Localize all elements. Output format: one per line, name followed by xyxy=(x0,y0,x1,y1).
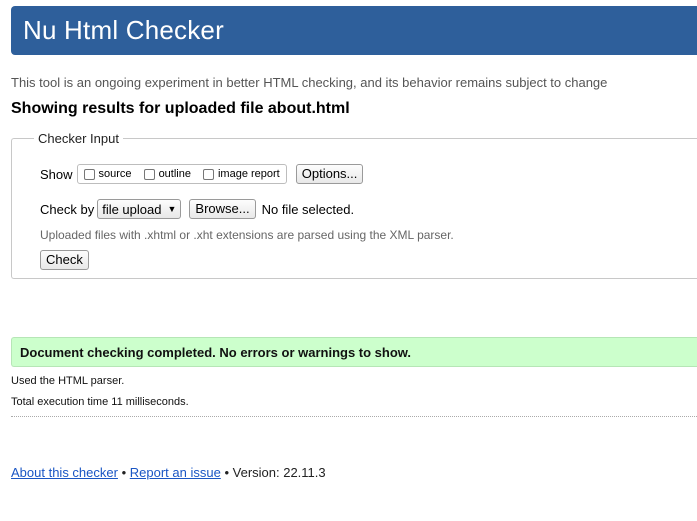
results-heading: Showing results for uploaded file about.… xyxy=(11,100,350,117)
show-outline-checkbox[interactable]: outline xyxy=(143,168,191,180)
parser-info: Used the HTML parser. xyxy=(11,375,125,387)
report-issue-link[interactable]: Report an issue xyxy=(130,465,221,480)
show-image-report-checkbox[interactable]: image report xyxy=(202,168,280,180)
page-header: Nu Html Checker xyxy=(11,6,697,55)
check-by-label: Check by xyxy=(40,201,95,217)
page-title: Nu Html Checker xyxy=(23,15,224,45)
show-label: Show xyxy=(40,166,73,182)
footer: About this checker • Report an issue • V… xyxy=(11,465,326,480)
checkbox-label: source xyxy=(98,168,132,180)
success-message: Document checking completed. No errors o… xyxy=(20,345,412,360)
version-text: Version: 22.11.3 xyxy=(232,465,326,480)
execution-time: Total execution time 11 milliseconds. xyxy=(11,396,189,408)
options-button[interactable]: Options... xyxy=(295,164,364,184)
success-message-bar: Document checking completed. No errors o… xyxy=(11,337,697,367)
tool-disclaimer: This tool is an ongoing experiment in be… xyxy=(11,75,608,90)
separator: • xyxy=(121,465,127,480)
separator: • xyxy=(224,465,230,480)
show-options-group: source outline image report xyxy=(76,164,287,184)
divider xyxy=(11,416,697,417)
checkbox-box[interactable] xyxy=(143,168,155,180)
file-status: No file selected. xyxy=(261,201,355,217)
checkbox-box[interactable] xyxy=(83,168,95,180)
check-by-selected-value: file upload xyxy=(102,201,162,217)
checkbox-box[interactable] xyxy=(202,168,214,180)
checkbox-label: image report xyxy=(217,168,280,180)
browse-button[interactable]: Browse... xyxy=(189,199,256,219)
check-by-select[interactable]: file upload ▼ xyxy=(97,199,182,219)
checker-input-legend: Checker Input xyxy=(38,131,119,146)
check-button[interactable]: Check xyxy=(40,250,89,270)
check-by-row: Check by file upload ▼ Browse... No file… xyxy=(40,199,354,219)
show-source-checkbox[interactable]: source xyxy=(83,168,132,180)
checkbox-label: outline xyxy=(158,168,191,180)
about-checker-link[interactable]: About this checker xyxy=(11,465,118,480)
xml-parser-note: Uploaded files with .xhtml or .xht exten… xyxy=(40,228,454,242)
chevron-down-icon: ▼ xyxy=(167,204,177,214)
show-options-row: Show source outline image report Options… xyxy=(40,164,364,184)
